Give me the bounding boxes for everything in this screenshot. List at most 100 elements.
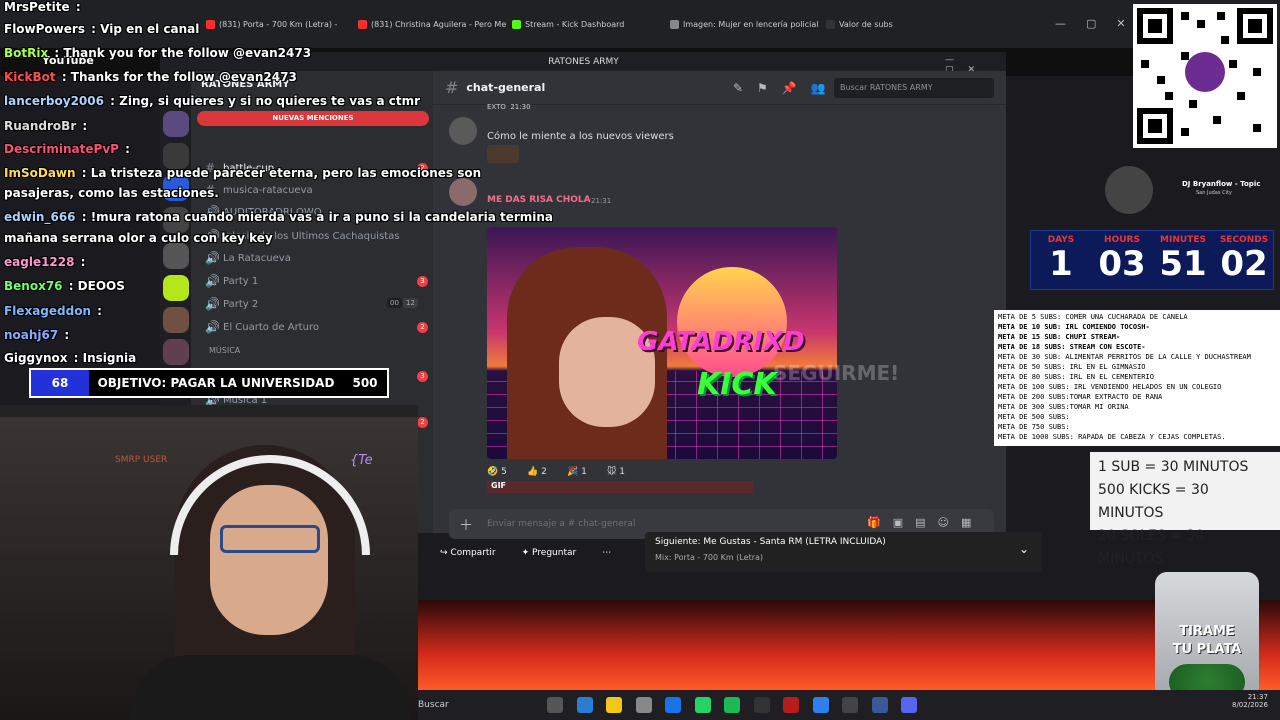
- sub-goal-item: META DE 200 SUBS:TOMAR EXTRACTO DE RANA: [998, 393, 1163, 401]
- hash-icon: #: [445, 78, 459, 97]
- server-icon[interactable]: [163, 111, 189, 137]
- browser-tab[interactable]: (831) Porta - 700 Km (Letra) -: [200, 14, 343, 34]
- sub-goal-item: META DE 500 SUBS:: [998, 413, 1070, 421]
- input-tool-icons[interactable]: 🎁▣▤☺▦: [867, 516, 983, 529]
- chat-text: Thanks for the follow @evan2473: [70, 70, 297, 84]
- channel-voice[interactable]: 🔊 La Ratacueva: [205, 251, 291, 265]
- channel-label: musica-ratacueva: [223, 184, 313, 196]
- channel-voice[interactable]: 🔊 El Cuarto de Arturo: [205, 320, 319, 334]
- sub-goal-item: META DE 10 SUB: IRL COMIENDO TOCOSH-: [998, 323, 1150, 331]
- more-button[interactable]: ⋯: [602, 548, 611, 568]
- song-subtitle: San Judas City: [1196, 190, 1232, 196]
- sub-goal-item: META DE 30 SUB: ALIMENTAR PERRITOS DE LA…: [998, 353, 1251, 361]
- chat-username: RuandroBr: [4, 119, 77, 133]
- copilot-icon[interactable]: [576, 697, 593, 713]
- countdown-value: 1: [1049, 244, 1073, 284]
- file-explorer-icon[interactable]: [606, 697, 622, 713]
- webcam-feed: SMRP USER {Te: [0, 405, 418, 720]
- browser-tab[interactable]: Imagen: Mujer en lencería policial: [664, 14, 825, 34]
- server-icon[interactable]: [163, 339, 189, 365]
- taskbar-search[interactable]: Buscar: [418, 700, 449, 710]
- chrome-icon[interactable]: [842, 697, 858, 713]
- chat-text: DEOOS: [77, 279, 125, 293]
- reaction-chip[interactable]: 👍 2: [527, 467, 547, 477]
- countdown-minutes: MINUTES 51: [1153, 231, 1213, 283]
- sub-goal-item: META DE 750 SUBS:: [998, 423, 1070, 431]
- next-up-title: Siguiente: Me Gustas - Santa RM (LETRA I…: [655, 537, 886, 547]
- message-author[interactable]: ME DAS RISA CHOLA: [487, 195, 591, 205]
- reaction-chip[interactable]: 🤣 5: [487, 467, 507, 477]
- avatar[interactable]: [449, 178, 477, 206]
- avatar[interactable]: [449, 117, 477, 145]
- chat-message: BotRix : Thank you for the follow @evan2…: [4, 46, 312, 60]
- new-mentions-pill[interactable]: NUEVAS MENCIONES: [197, 111, 429, 126]
- task-view-icon[interactable]: [547, 697, 563, 713]
- store-icon[interactable]: [635, 697, 652, 713]
- chat-text: La tristeza puede parecer eterna, pero l…: [90, 166, 482, 180]
- add-attachment-icon[interactable]: ＋: [459, 515, 473, 535]
- mix-label: Mix: Porta - 700 Km (Letra): [655, 553, 764, 562]
- category-musica[interactable]: MÚSICA: [209, 346, 240, 355]
- meme-text-gatadrixd: GATADRIXD: [637, 327, 805, 357]
- input-channel: chat-general: [578, 519, 636, 529]
- chat-message: eagle1228 :: [4, 255, 86, 269]
- app-icon[interactable]: [753, 697, 770, 713]
- ask-button[interactable]: ✦ Preguntar: [522, 548, 577, 568]
- channel-label: Party 2: [223, 298, 259, 310]
- channel-voice[interactable]: 🔊 Party 2: [205, 297, 258, 311]
- tab-label: Stream - Kick Dashboard: [525, 19, 625, 29]
- share-button[interactable]: ↪ Compartir: [440, 548, 496, 568]
- prev-tag: EXTO: [487, 103, 506, 111]
- chat-message: DescriminatePvP :: [4, 142, 130, 156]
- gif-label: GIF: [491, 481, 507, 490]
- whatsapp-icon[interactable]: [694, 697, 711, 713]
- reaction-count: 2: [541, 467, 547, 477]
- countdown-days: DAYS 1: [1031, 231, 1091, 283]
- yape-qr-code: [1133, 4, 1277, 148]
- sub-goal-item: META DE 50 SUBS: IRL EN EL GIMNASIO: [998, 363, 1146, 371]
- meme-image[interactable]: GATADRIXD KICK: [487, 227, 837, 459]
- browser-tab[interactable]: Stream - Kick Dashboard: [506, 14, 630, 34]
- server-icon[interactable]: [163, 243, 189, 269]
- server-icon[interactable]: [163, 307, 189, 333]
- chat-username: noahj67: [4, 328, 59, 342]
- speaker-icon: 🔊: [205, 251, 220, 265]
- share-label: Compartir: [450, 548, 496, 558]
- goal-progress-fill: 68: [31, 370, 89, 396]
- discord-icon[interactable]: [901, 697, 917, 713]
- meme-text-kick: KICK: [697, 367, 777, 402]
- spotify-icon[interactable]: [724, 697, 740, 713]
- tab-favicon-icon: [826, 19, 835, 29]
- channel-voice[interactable]: 🔊 Party 1: [205, 274, 258, 288]
- steam-icon[interactable]: [871, 697, 888, 713]
- chat-message: Benox76 : DEOOS: [4, 279, 125, 293]
- tab-label: Valor de subs: [839, 19, 893, 29]
- reaction-chip[interactable]: 🎉 1: [567, 467, 587, 477]
- chat-username: Giggynox: [4, 351, 68, 365]
- app-icon[interactable]: [783, 697, 799, 713]
- server-search-input[interactable]: Buscar RATONES ARMY: [834, 78, 994, 98]
- streamer-shirt: [130, 655, 410, 720]
- next-up-card[interactable]: Siguiente: Me Gustas - Santa RM (LETRA I…: [645, 532, 1042, 572]
- input-placeholder: Enviar mensaje a #: [487, 519, 576, 529]
- server-icon[interactable]: [163, 275, 189, 301]
- rate-item: 20 SOLES = 30 MINUTOS: [1098, 528, 1205, 567]
- browser-tab[interactable]: (831) Christina Aguilera - Pero Me: [352, 14, 512, 34]
- chat-username: BotRix: [4, 46, 49, 60]
- chevron-down-icon[interactable]: ⌄: [1019, 542, 1029, 556]
- chat-text: Zing, si quieres y si no quieres te vas …: [119, 94, 421, 108]
- discord-window-title: RATONES ARMY: [548, 57, 619, 67]
- edge-icon[interactable]: [665, 697, 681, 713]
- gif-preview[interactable]: GIF: [487, 481, 753, 493]
- party2-user-count: 00: [387, 298, 402, 308]
- header-action-icons[interactable]: ✎⚑📌👥: [733, 81, 840, 95]
- chat-text: !mura ratona cuando mierda vas a ir a pu…: [90, 210, 554, 224]
- reaction-chip[interactable]: 🐭 1: [607, 467, 625, 477]
- brave-icon[interactable]: [812, 697, 829, 713]
- tab-label: (831) Porta - 700 Km (Letra) -: [219, 19, 338, 29]
- webcam-top-edge: [0, 405, 418, 417]
- browser-tab[interactable]: Valor de subs: [820, 14, 899, 34]
- channel-text[interactable]: # musica-ratacueva: [205, 183, 313, 197]
- chat-text: mañana serrana olor a culo con key key: [4, 231, 273, 245]
- tab-label: Imagen: Mujer en lencería policial: [683, 19, 819, 29]
